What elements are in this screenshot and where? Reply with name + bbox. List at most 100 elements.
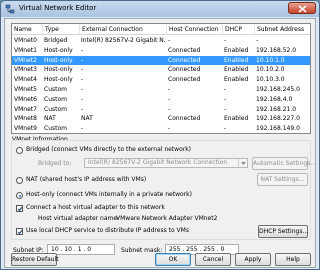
column-header-name[interactable]: Name bbox=[12, 25, 42, 35]
connect-adapter-checkbox[interactable] bbox=[16, 205, 23, 212]
host-only-option-label[interactable]: Host-only (connect VMs internally in a p… bbox=[26, 191, 192, 199]
cell-subnet: 10.10.1.0 bbox=[256, 56, 285, 64]
cell-external: Intel(R) 82567V-2 Gigabit N... bbox=[81, 37, 166, 44]
vmnet-table[interactable]: Name Type External Connection Host Conne… bbox=[11, 23, 311, 134]
nat-radio[interactable] bbox=[16, 177, 23, 184]
cell-type: Custom bbox=[44, 105, 67, 113]
chevron-down-icon bbox=[238, 159, 247, 167]
cell-subnet: 192.168.21.0 bbox=[256, 105, 297, 113]
cell-subnet: - bbox=[256, 37, 259, 44]
cell-external: - bbox=[81, 95, 84, 103]
cell-dhcp: Enabled bbox=[224, 115, 249, 123]
table-header: Name Type External Connection Host Conne… bbox=[12, 24, 310, 35]
column-header-dhcp[interactable]: DHCP bbox=[222, 25, 254, 35]
close-icon bbox=[298, 5, 307, 13]
column-header-type[interactable]: Type bbox=[42, 25, 79, 35]
cell-host: Connected bbox=[168, 115, 201, 123]
cell-name: VMnet3 bbox=[14, 66, 37, 74]
cell-external: - bbox=[81, 125, 84, 133]
cell-dhcp: - bbox=[224, 105, 227, 113]
cell-host: - bbox=[168, 125, 171, 133]
table-row[interactable]: VMnet4 Host-only - Connected Enabled 10.10.3.… bbox=[12, 75, 310, 84]
bridged-to-dropdown[interactable]: Intel(R) 82567V-2 Gigabit Network Connec… bbox=[84, 158, 248, 168]
table-row[interactable]: VMnet2 Host-only - Connected Enabled 10.10.1.… bbox=[12, 55, 310, 65]
adapter-name-label: Host virtual adapter name: bbox=[38, 215, 120, 222]
column-header-external-connection[interactable]: External Connection bbox=[79, 25, 166, 35]
cell-name: VMnet8 bbox=[14, 115, 37, 123]
vmnet-info-group: Bridged (connect VMs directly to the ext… bbox=[11, 140, 316, 240]
dhcp-settings-button[interactable]: DHCP Settings... bbox=[258, 225, 308, 238]
column-header-subnet-address[interactable]: Subnet Address bbox=[254, 25, 310, 35]
help-button[interactable]: Help bbox=[275, 253, 311, 266]
bridged-to-value: Intel(R) 82567V-2 Gigabit Network Connec… bbox=[88, 159, 228, 166]
cell-type: Custom bbox=[44, 125, 67, 133]
cell-dhcp: - bbox=[224, 125, 227, 133]
table-row[interactable]: VMnet8 NAT NAT Connected Enabled 192.168.227.… bbox=[12, 114, 310, 123]
cell-external: - bbox=[81, 86, 84, 93]
title-bar[interactable]: Virtual Network Editor bbox=[1, 1, 319, 17]
cell-name: VMnet7 bbox=[14, 105, 37, 113]
use-dhcp-checkbox[interactable] bbox=[16, 228, 23, 235]
window-title: Virtual Network Editor bbox=[19, 4, 97, 12]
cell-external: - bbox=[81, 76, 84, 84]
cell-name: VMnet0 bbox=[14, 37, 37, 44]
table-row[interactable]: VMnet3 Host-only - Connected Enabled 10.10.2.… bbox=[12, 65, 310, 74]
cell-type: Custom bbox=[44, 95, 67, 103]
cell-dhcp: Enabled bbox=[224, 76, 249, 84]
dialog-client-area: Name Type External Connection Host Conne… bbox=[4, 18, 316, 268]
table-row[interactable]: VMnet6 Custom - - - 192.168.4.0 bbox=[12, 95, 310, 104]
use-dhcp-label[interactable]: Use local DHCP service to distribute IP … bbox=[26, 227, 189, 235]
cell-dhcp: - bbox=[224, 95, 227, 103]
cell-dhcp: Enabled bbox=[224, 46, 249, 54]
automatic-settings-button[interactable]: Automatic Settings... bbox=[252, 157, 316, 170]
cell-type: Host-only bbox=[44, 56, 73, 64]
subnet-ip-input[interactable]: 10 . 10 . 1 . 0 bbox=[47, 244, 115, 255]
cell-name: VMnet4 bbox=[14, 76, 37, 84]
bridged-radio[interactable] bbox=[16, 147, 23, 154]
cell-host: Connected bbox=[168, 66, 201, 74]
table-row[interactable]: VMnet5 Custom - - - 192.168.245.0 bbox=[12, 85, 310, 94]
cell-host: - bbox=[168, 86, 171, 93]
table-row[interactable]: VMnet0 Bridged Intel(R) 82567V-2 Gigabit N… bbox=[12, 36, 310, 45]
cell-type: NAT bbox=[44, 115, 56, 123]
network-app-icon bbox=[5, 4, 15, 14]
table-row[interactable]: VMnet7 Custom - - - 192.168.21.0 bbox=[12, 105, 310, 114]
apply-button[interactable]: Apply bbox=[235, 253, 271, 266]
bridged-to-label: Bridged to: bbox=[38, 160, 72, 167]
cell-host: - bbox=[168, 37, 171, 44]
cell-subnet: 192.168.52.0 bbox=[256, 46, 297, 54]
cell-external: - bbox=[81, 46, 84, 54]
table-row[interactable]: VMnet9 Custom - - - 192.168.149.0 bbox=[12, 124, 310, 133]
checkmark-icon bbox=[17, 229, 23, 235]
cell-subnet: 10.10.2.0 bbox=[256, 66, 285, 74]
cell-subnet: 192.168.149.0 bbox=[256, 125, 300, 133]
cell-type: Host-only bbox=[44, 66, 73, 74]
connect-adapter-label[interactable]: Connect a host virtual adapter to this n… bbox=[26, 204, 165, 212]
cell-external: - bbox=[81, 56, 84, 64]
cell-host: - bbox=[168, 95, 171, 103]
cell-external: NAT bbox=[81, 115, 93, 123]
host-only-radio[interactable] bbox=[16, 192, 23, 199]
bridged-option-label[interactable]: Bridged (connect VMs directly to the ext… bbox=[26, 146, 191, 154]
cell-name: VMnet2 bbox=[14, 56, 37, 64]
checkmark-icon bbox=[17, 206, 23, 212]
ok-button[interactable]: OK bbox=[155, 253, 191, 266]
nat-option-label[interactable]: NAT (shared host's IP address with VMs) bbox=[26, 176, 146, 184]
cell-dhcp: - bbox=[224, 37, 227, 44]
cell-host: Connected bbox=[168, 76, 201, 84]
cancel-button[interactable]: Cancel bbox=[195, 253, 231, 266]
cell-host: - bbox=[168, 105, 171, 113]
cell-subnet: 192.168.227.0 bbox=[256, 115, 300, 123]
table-row[interactable]: VMnet1 Host-only - Connected Enabled 192.168.… bbox=[12, 46, 310, 55]
column-header-host-connection[interactable]: Host Connection bbox=[166, 25, 222, 35]
virtual-network-editor-window: Virtual Network Editor Name Type Externa… bbox=[0, 0, 320, 270]
restore-default-button[interactable]: Restore Default bbox=[11, 253, 59, 266]
nat-settings-button[interactable]: NAT Settings... bbox=[257, 173, 308, 186]
cell-dhcp: Enabled bbox=[224, 66, 249, 74]
close-button[interactable] bbox=[288, 2, 316, 14]
cell-external: - bbox=[81, 66, 84, 74]
cell-name: VMnet6 bbox=[14, 95, 37, 103]
cell-type: Custom bbox=[44, 86, 67, 93]
cell-name: VMnet5 bbox=[14, 86, 37, 93]
cell-name: VMnet9 bbox=[14, 125, 37, 133]
